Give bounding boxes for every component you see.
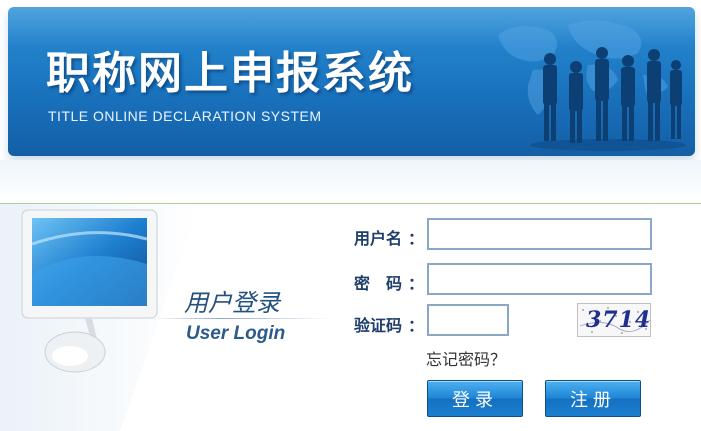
login-button[interactable]: 登录: [427, 380, 523, 417]
login-title: 用户登录: [184, 289, 280, 317]
header-banner: 职称网上申报系统 TITLE ONLINE DECLARATION SYSTEM: [8, 7, 695, 156]
username-label: 用户名: [354, 229, 403, 248]
register-button[interactable]: 注册: [545, 380, 641, 417]
login-subtitle: User Login: [186, 323, 286, 344]
login-title-underline: [150, 318, 330, 319]
banner-shadow: [0, 160, 701, 202]
password-input[interactable]: [427, 263, 652, 295]
business-people-silhouettes: [530, 47, 686, 151]
captcha-label: 验证码: [354, 316, 403, 335]
captcha-input[interactable]: [427, 304, 509, 336]
username-colon: ：: [408, 229, 425, 248]
captcha-colon: ：: [408, 316, 425, 335]
password-colon: ：: [408, 274, 425, 293]
system-subtitle: TITLE ONLINE DECLARATION SYSTEM: [48, 108, 322, 124]
forgot-password-link[interactable]: 忘记密码？: [426, 346, 506, 370]
captcha-text: 3714: [586, 307, 651, 333]
system-title: 职称网上申报系统: [46, 48, 414, 99]
username-input[interactable]: [427, 218, 652, 250]
captcha-image[interactable]: 3714: [577, 303, 651, 337]
password-label: 密 码: [354, 274, 403, 293]
